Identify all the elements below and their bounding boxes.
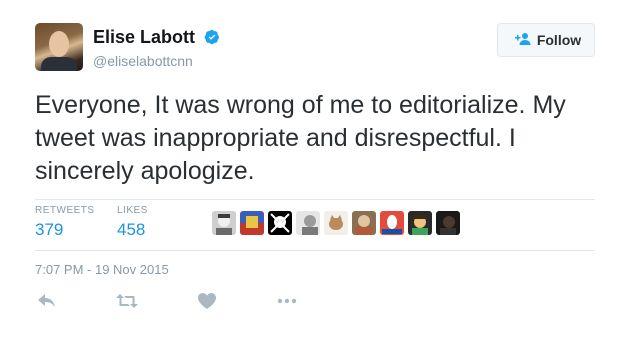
- liker-avatar-6[interactable]: [352, 211, 376, 235]
- add-user-icon: [511, 32, 537, 49]
- liker-avatar-2[interactable]: [240, 211, 264, 235]
- liker-avatar-5[interactable]: [324, 211, 348, 235]
- liker-avatar-8[interactable]: [408, 211, 432, 235]
- likes-label: LIKES: [117, 205, 148, 216]
- more-icon[interactable]: [275, 291, 299, 311]
- retweets-stat[interactable]: RETWEETS 379: [35, 205, 95, 240]
- retweet-icon[interactable]: [115, 291, 139, 311]
- retweets-label: RETWEETS: [35, 205, 95, 216]
- tweet-actions: [35, 291, 335, 311]
- follow-button[interactable]: Follow: [497, 23, 595, 57]
- likes-stat[interactable]: LIKES 458: [117, 205, 148, 240]
- verified-badge-icon: [204, 29, 220, 50]
- reply-icon[interactable]: [35, 291, 59, 311]
- liker-avatars: [212, 211, 460, 235]
- author-fullname[interactable]: Elise Labott: [93, 27, 220, 50]
- liker-avatar-9[interactable]: [436, 211, 460, 235]
- likes-count: 458: [117, 220, 146, 239]
- author-avatar[interactable]: [35, 23, 83, 71]
- stats-divider-top: [35, 199, 595, 200]
- author-name-text[interactable]: Elise Labott: [93, 27, 195, 47]
- stats-divider-bottom: [35, 250, 595, 251]
- liker-avatar-4[interactable]: [296, 211, 320, 235]
- tweet-header: Elise Labott @eliselabottcnn Follow: [35, 23, 595, 73]
- liker-avatar-1[interactable]: [212, 211, 236, 235]
- author-handle[interactable]: @eliselabottcnn: [93, 53, 193, 69]
- liker-avatar-7[interactable]: [380, 211, 404, 235]
- tweet-text: Everyone, It was wrong of me to editoria…: [35, 91, 566, 185]
- tweet-timestamp[interactable]: 7:07 PM - 19 Nov 2015: [35, 262, 169, 277]
- liker-avatar-3[interactable]: [268, 211, 292, 235]
- follow-button-label: Follow: [536, 32, 582, 48]
- retweets-count: 379: [35, 220, 64, 239]
- heart-icon[interactable]: [195, 291, 219, 311]
